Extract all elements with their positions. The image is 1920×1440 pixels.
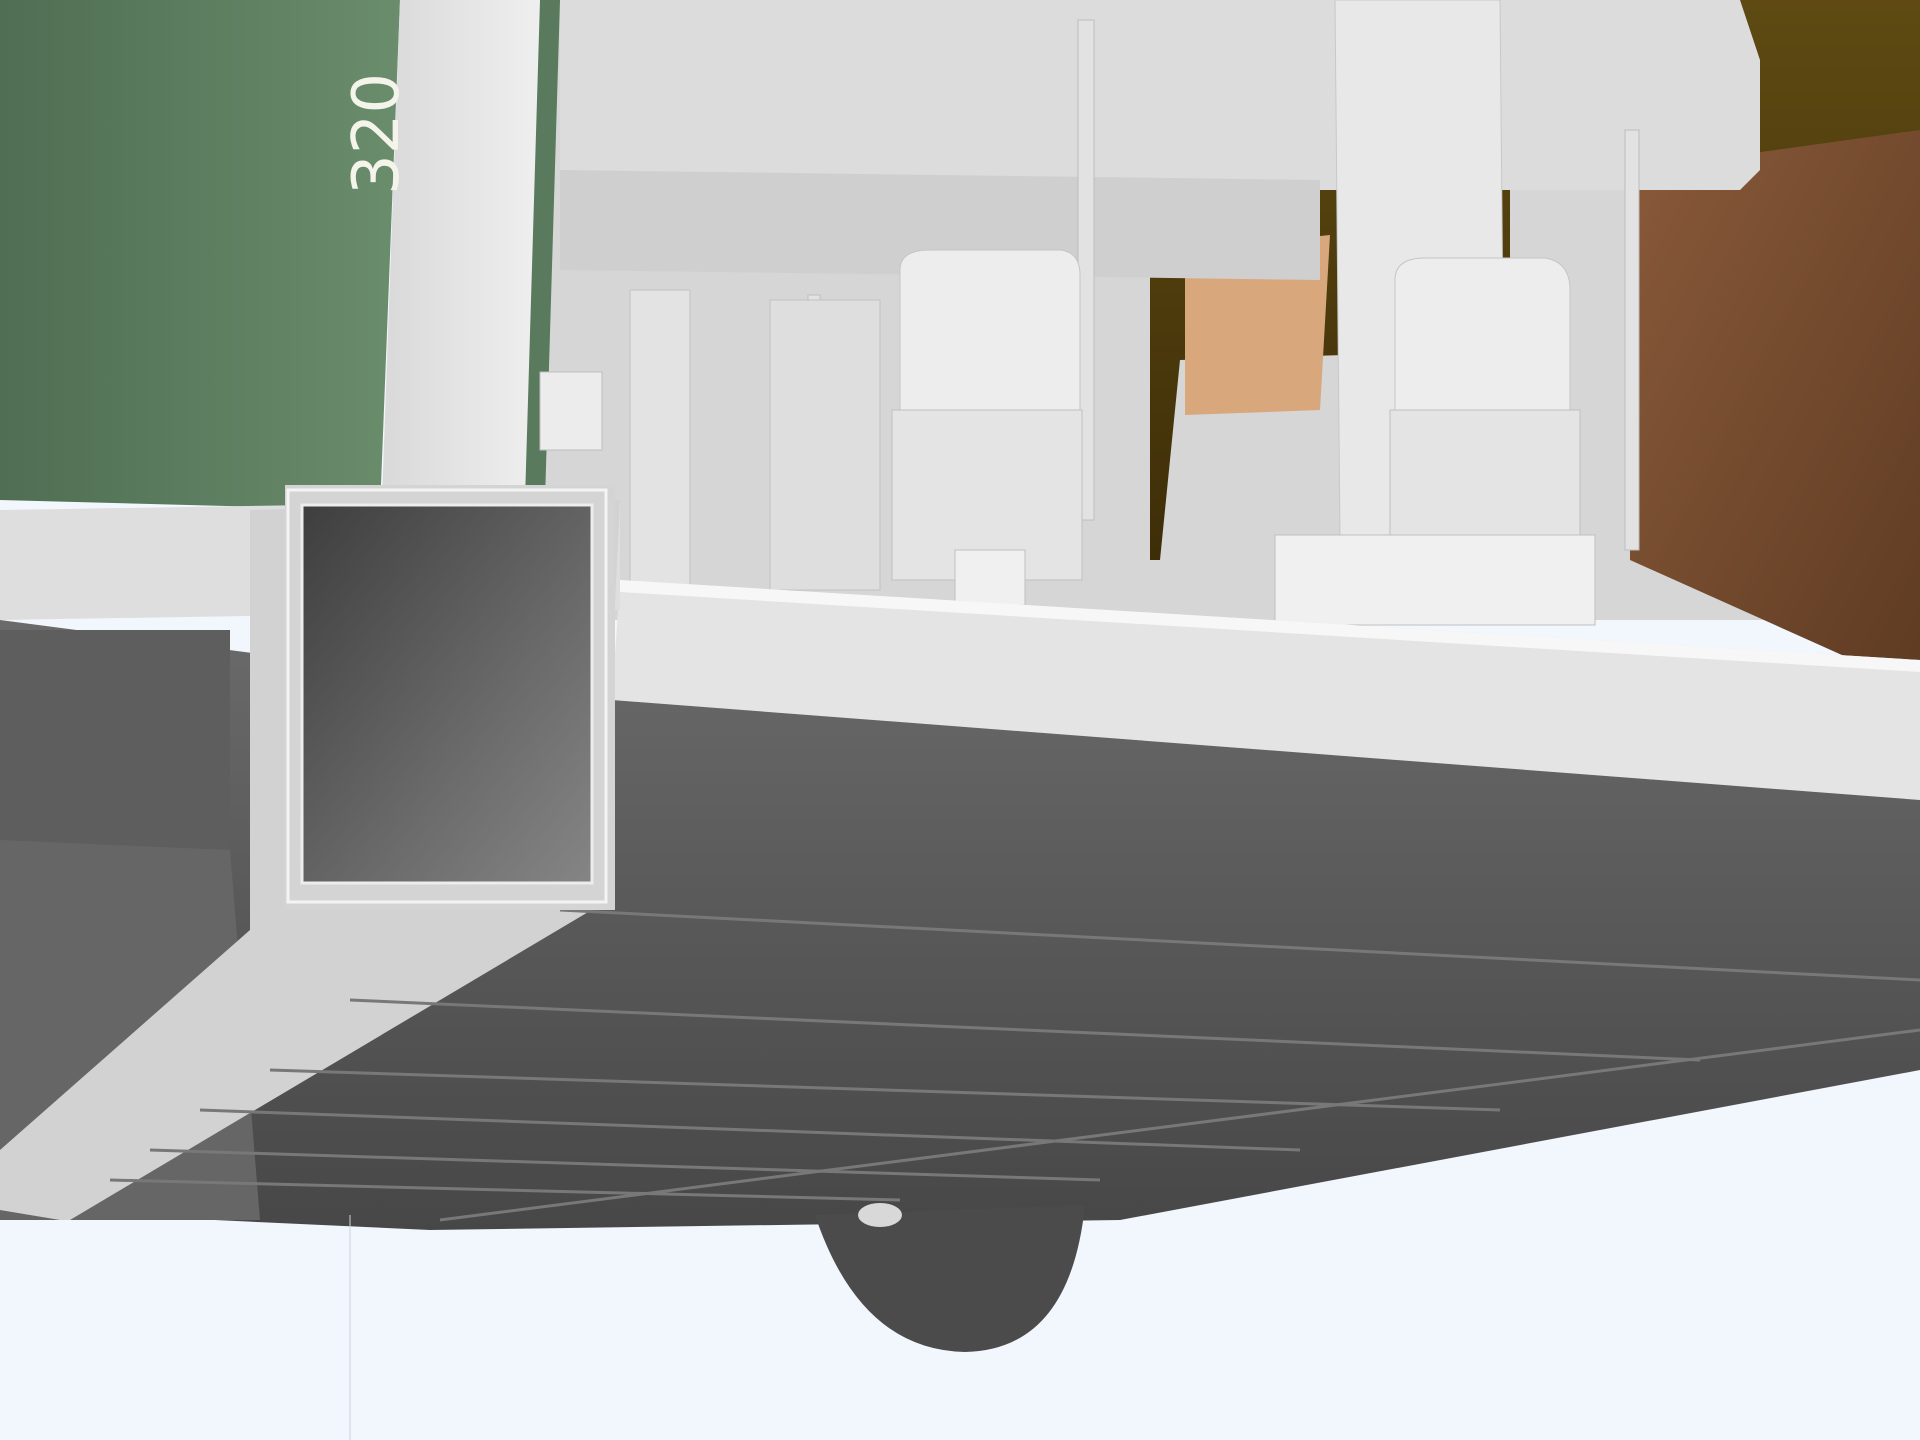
dimension-label: 320: [340, 73, 414, 195]
cad-render-scene: 320: [0, 0, 1920, 1440]
left-frame: [769, 299, 881, 591]
end-block: [0, 630, 230, 850]
upper-tube: [560, 0, 1760, 190]
left-rail: [629, 289, 691, 591]
scene-svg: 320: [0, 0, 1920, 1440]
square-tube: [285, 485, 615, 910]
rod-3: [1624, 129, 1640, 551]
motor-block-left: [891, 249, 1083, 606]
post-bracket: [539, 371, 603, 451]
